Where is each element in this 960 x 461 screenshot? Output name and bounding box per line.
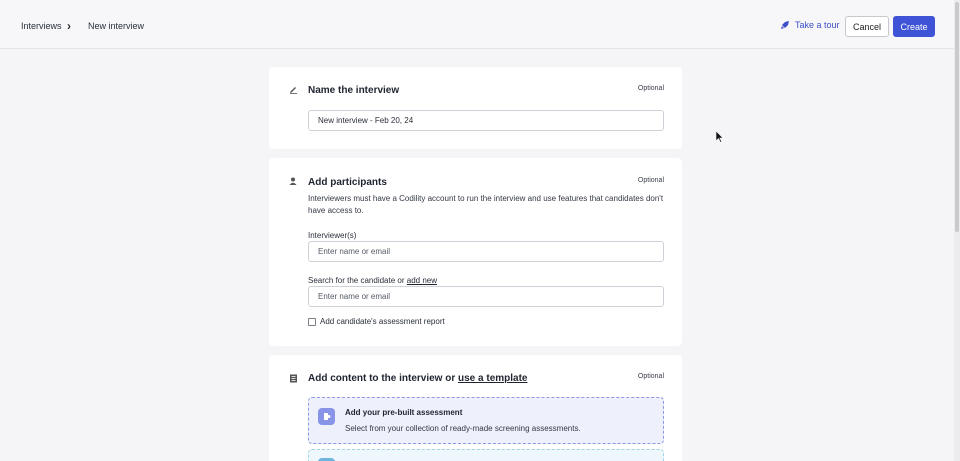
use-template-link[interactable]: use a template: [458, 373, 527, 384]
content-card: Add content to the interview or use a te…: [269, 355, 682, 461]
breadcrumb-current: New interview: [88, 21, 145, 31]
optional-label: Optional: [637, 177, 664, 184]
add-new-candidate-link[interactable]: add new: [407, 276, 437, 285]
participants-card: Add participants Optional Interviewers m…: [269, 158, 682, 346]
prebuilt-assessment-option[interactable]: Add your pre-built assessment Select fro…: [308, 397, 664, 444]
content-section-title: Add content to the interview or use a te…: [308, 373, 528, 384]
content-title-text: Add content to the interview or: [308, 373, 456, 384]
name-interview-card: Name the interview Optional New intervie…: [269, 67, 682, 149]
top-bar: Interviews › New interview Take a tour C…: [0, 0, 954, 49]
chevron-right-icon: ›: [67, 19, 71, 33]
participants-section-title: Add participants: [308, 177, 387, 188]
assessment-icon: [318, 408, 335, 425]
candidate-search-label: Search for the candidate or add new: [308, 276, 437, 285]
mouse-cursor-icon: [716, 131, 724, 143]
participants-description: Interviewers must have a Codility accoun…: [308, 194, 664, 215]
name-section-title: Name the interview: [308, 85, 400, 96]
interview-name-input[interactable]: New interview - Feb 20, 24: [308, 110, 664, 131]
assessment-report-checkbox[interactable]: [308, 318, 316, 326]
document-icon: [290, 374, 297, 383]
option-title: Add your pre-built assessment: [345, 408, 463, 417]
rocket-icon: [781, 21, 789, 29]
scrollbar-thumb[interactable]: [955, 2, 959, 232]
interviewers-input[interactable]: Enter name or email: [308, 241, 664, 262]
pencil-icon: [290, 87, 297, 94]
optional-label: Optional: [637, 85, 664, 92]
create-button[interactable]: Create: [893, 16, 935, 37]
breadcrumb-interviews[interactable]: Interviews: [21, 21, 62, 31]
candidate-input[interactable]: Enter name or email: [308, 286, 664, 307]
take-tour-label: Take a tour: [795, 20, 840, 30]
candidate-label-text: Search for the candidate or: [308, 276, 405, 285]
scrollbar[interactable]: [954, 0, 960, 461]
assessment-report-label[interactable]: Add candidate's assessment report: [320, 317, 445, 326]
second-content-option[interactable]: [308, 449, 664, 461]
cancel-button[interactable]: Cancel: [845, 16, 889, 37]
users-icon: [289, 177, 297, 185]
optional-label: Optional: [637, 373, 664, 380]
take-tour-link[interactable]: Take a tour: [780, 20, 840, 30]
interviewers-label: Interviewer(s): [308, 231, 357, 240]
option-description: Select from your collection of ready-mad…: [345, 424, 581, 433]
